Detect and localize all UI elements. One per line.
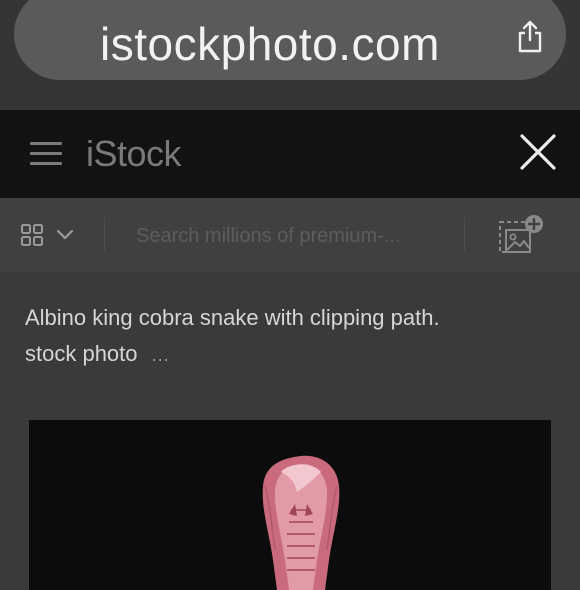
url-text[interactable]: istockphoto.com xyxy=(14,0,526,80)
cobra-image xyxy=(262,455,340,590)
asset-title: Albino king cobra snake with clipping pa… xyxy=(25,305,440,330)
more-button[interactable]: ... xyxy=(152,345,170,365)
search-input[interactable] xyxy=(134,216,456,256)
asset-type: stock photo xyxy=(25,341,138,366)
divider xyxy=(464,218,465,252)
grid-icon[interactable] xyxy=(20,223,44,247)
browser-chrome: istockphoto.com xyxy=(0,0,580,110)
chevron-down-icon[interactable] xyxy=(56,228,74,242)
stock-photo[interactable] xyxy=(29,420,551,590)
image-search-icon[interactable] xyxy=(496,212,548,258)
divider xyxy=(104,218,105,252)
asset-detail: Albino king cobra snake with clipping pa… xyxy=(0,272,580,590)
share-icon[interactable] xyxy=(516,20,544,54)
istock-logo[interactable]: iStock xyxy=(86,130,182,178)
search-bar xyxy=(0,198,580,273)
hamburger-icon[interactable] xyxy=(30,142,62,166)
address-bar[interactable]: istockphoto.com xyxy=(14,0,566,80)
close-icon[interactable] xyxy=(518,132,558,172)
asset-caption: Albino king cobra snake with clipping pa… xyxy=(25,300,565,373)
site-header: iStock xyxy=(0,110,580,198)
